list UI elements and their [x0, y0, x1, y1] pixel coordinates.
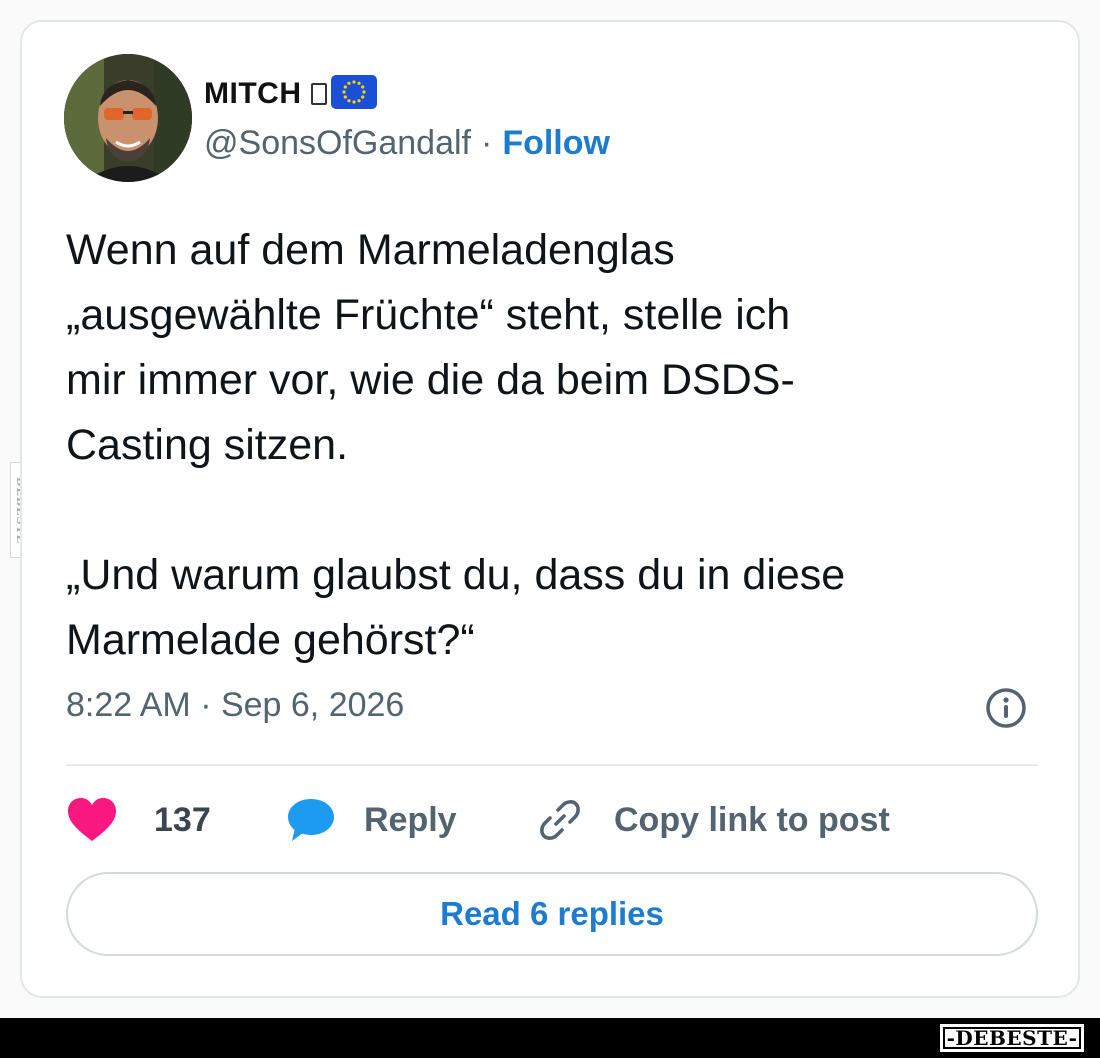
info-icon[interactable]	[984, 686, 1028, 730]
tweet-text-line: Wenn auf dem Marmeladenglas	[66, 226, 675, 274]
tweet-text-line: Marmelade gehörst?“	[66, 616, 475, 664]
bottom-watermark-bar	[0, 1018, 1100, 1058]
heart-icon	[66, 797, 118, 843]
reply-button[interactable]: Reply	[286, 790, 457, 850]
page: DEBESTE MITCH	[0, 0, 1100, 1058]
reply-label: Reply	[364, 800, 457, 839]
author-name-row: MITCH	[204, 74, 378, 114]
copy-link-label: Copy link to post	[614, 800, 890, 839]
speech-bubble-icon	[286, 797, 336, 843]
tweet-timestamp[interactable]: 8:22 AM · Sep 6, 2026	[66, 686, 404, 725]
action-bar: 137 Reply Copy link to post	[66, 790, 1038, 850]
author-handle[interactable]: @SonsOfGandalf	[204, 124, 471, 163]
like-button[interactable]: 137	[66, 790, 211, 850]
handle-separator: ·	[481, 124, 493, 162]
link-icon	[536, 796, 584, 844]
like-count: 137	[154, 800, 211, 839]
follow-button[interactable]: Follow	[502, 124, 610, 163]
copy-link-button[interactable]: Copy link to post	[536, 790, 890, 850]
author-display-name[interactable]: MITCH	[204, 77, 301, 111]
tweet-text-line: Casting sitzen.	[66, 421, 349, 469]
watermark-logo: -DEBESTE-	[940, 1024, 1084, 1052]
eu-flag-icon	[331, 74, 378, 114]
unknown-glyph-icon	[311, 83, 328, 105]
user-avatar-photo	[64, 54, 192, 182]
tweet-text-line: „Und warum glaubst du, dass du in diese	[66, 551, 846, 599]
tweet-text-line: mir immer vor, wie die da beim DSDS-	[66, 356, 795, 404]
tweet-card: MITCH @SonsOfGandalf · Follow Wenn auf d…	[20, 20, 1080, 998]
divider	[66, 764, 1038, 766]
avatar[interactable]	[64, 54, 192, 182]
tweet-text-line: „ausgewählte Früchte“ steht, stelle ich	[66, 291, 791, 339]
read-replies-button[interactable]: Read 6 replies	[66, 872, 1038, 956]
author-handle-row: @SonsOfGandalf · Follow	[204, 124, 610, 163]
tweet-text: Wenn auf dem Marmeladenglas „ausgewählte…	[66, 218, 1056, 673]
